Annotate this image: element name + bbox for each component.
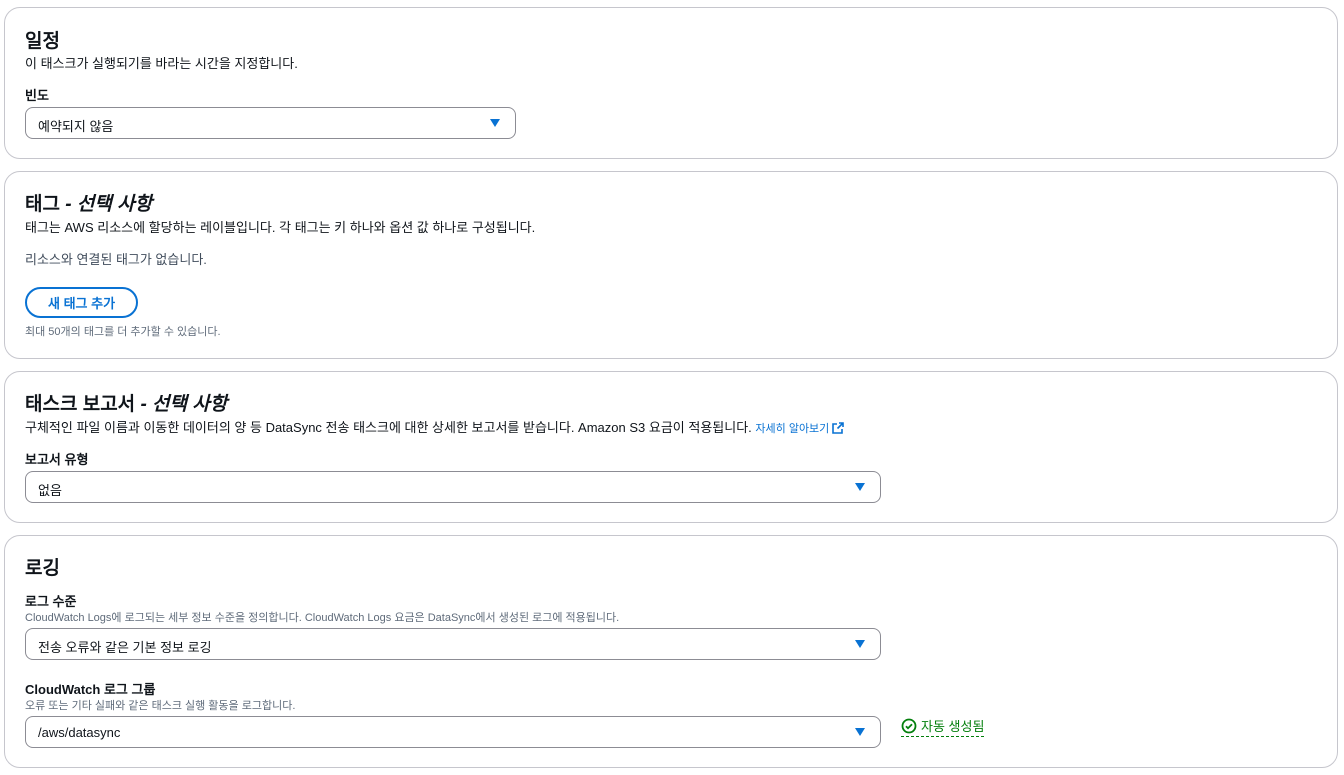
learn-more-label: 자세히 알아보기: [755, 423, 830, 435]
tags-empty-text: 리소스와 연결된 태그가 없습니다.: [25, 252, 207, 267]
task-report-panel: 태스크 보고서 - 선택 사항 구체적인 파일 이름과 이동한 데이터의 양 등…: [4, 371, 1338, 523]
chevron-down-icon: [855, 483, 865, 491]
add-tag-button[interactable]: 새 태그 추가: [25, 287, 139, 318]
task-report-description-text: 구체적인 파일 이름과 이동한 데이터의 양 등 DataSync 전송 태스크…: [25, 420, 752, 435]
task-report-title-text: 태스크 보고서: [25, 394, 136, 415]
chevron-down-icon: [490, 119, 500, 127]
tags-limit-text: 최대 50개의 태그를 더 추가할 수 있습니다.: [25, 326, 221, 338]
chevron-down-icon: [855, 640, 865, 648]
schedule-description: 이 태스크가 실행되기를 바라는 시간을 지정합니다.: [25, 56, 298, 71]
log-group-select[interactable]: /aws/datasync: [25, 716, 881, 748]
log-group-value: /aws/datasync: [38, 725, 121, 740]
frequency-label: 빈도: [25, 88, 49, 103]
schedule-title: 일정: [25, 31, 60, 52]
logging-panel: 로깅 로그 수준 CloudWatch Logs에 로그되는 세부 정보 수준을…: [4, 535, 1338, 768]
learn-more-link[interactable]: 자세히 알아보기: [755, 422, 845, 435]
report-type-select[interactable]: 없음: [25, 471, 881, 503]
auto-created-text: 자동 생성됨: [921, 719, 985, 734]
report-type-value: 없음: [38, 483, 62, 498]
frequency-select[interactable]: 예약되지 않음: [25, 107, 516, 139]
check-circle-icon: [901, 718, 917, 733]
external-link-icon: [832, 422, 845, 434]
report-type-label: 보고서 유형: [25, 452, 89, 467]
task-report-description: 구체적인 파일 이름과 이동한 데이터의 양 등 DataSync 전송 태스크…: [25, 417, 845, 436]
chevron-down-icon: [855, 728, 865, 736]
frequency-value: 예약되지 않음: [38, 119, 114, 134]
tags-title: 태그 - 선택 사항: [25, 189, 152, 216]
tags-description: 태그는 AWS 리소스에 할당하는 레이블입니다. 각 태그는 키 하나와 옵션…: [25, 220, 536, 235]
log-group-label: CloudWatch 로그 그룹: [25, 682, 156, 697]
log-level-description: CloudWatch Logs에 로그되는 세부 정보 수준을 정의합니다. C…: [25, 612, 620, 624]
schedule-panel: 일정 이 태스크가 실행되기를 바라는 시간을 지정합니다. 빈도 예약되지 않…: [4, 7, 1338, 159]
auto-created-status: 자동 생성됨: [901, 716, 985, 737]
log-group-description: 오류 또는 기타 실패와 같은 태스크 실행 활동을 로그합니다.: [25, 700, 296, 712]
log-level-select[interactable]: 전송 오류와 같은 기본 정보 로깅: [25, 628, 881, 660]
log-level-label: 로그 수준: [25, 594, 77, 609]
task-report-title-optional: - 선택 사항: [140, 394, 228, 415]
tags-title-optional: - 선택 사항: [65, 194, 153, 215]
log-level-value: 전송 오류와 같은 기본 정보 로깅: [38, 640, 212, 655]
tags-title-text: 태그: [25, 194, 60, 215]
task-report-title: 태스크 보고서 - 선택 사항: [25, 389, 227, 416]
logging-title: 로깅: [25, 558, 60, 579]
tags-panel: 태그 - 선택 사항 태그는 AWS 리소스에 할당하는 레이블입니다. 각 태…: [4, 171, 1338, 359]
